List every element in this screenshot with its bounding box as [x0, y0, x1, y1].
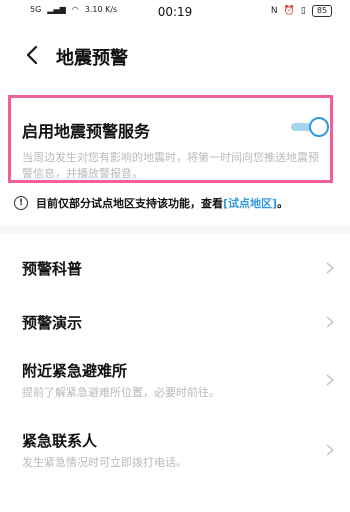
chevron-right-icon [326, 316, 335, 328]
menu-item-shelter[interactable]: 附近紧急避难所 提前了解紧急避难所位置，必要时前往。 [0, 358, 350, 404]
toggle-knob [309, 117, 329, 137]
battery-indicator: 85 [311, 5, 332, 17]
page-header: 地震预警 [0, 38, 350, 74]
menu-item-label: 预警演示 [22, 314, 83, 332]
menu-item-emergency-contact[interactable]: 紧急联系人 发生紧急情况时可立即拨打电话。 [0, 428, 350, 474]
pilot-notice: ! 目前仅部分试点地区支持该功能，查看 [试点地区] 。 [14, 193, 288, 213]
info-icon: ! [14, 196, 28, 210]
page-title: 地震预警 [56, 48, 128, 69]
nfc-icon: N [270, 6, 278, 16]
vibrate-icon: ▯ [300, 6, 306, 16]
chevron-right-icon [326, 262, 335, 274]
service-toggle[interactable] [291, 117, 329, 137]
pilot-areas-link[interactable]: [试点地区] [223, 195, 277, 211]
menu-item-subtitle: 提前了解紧急避难所位置，必要时前往。 [22, 386, 220, 399]
menu-item-subtitle: 发生紧急情况时可立即拨打电话。 [22, 456, 187, 469]
status-right: N ⏰ ▯ 85 [271, 5, 332, 17]
service-description: 当周边发生对您有影响的地震时，将第一时间向您推送地震预警信息，并播放警报音。 [22, 151, 319, 180]
section-divider [0, 226, 350, 234]
status-bar: 5G ▂▄▆ ◠ 3.10 K/s 00:19 N ⏰ ▯ 85 [0, 0, 350, 22]
service-toggle-label: 启用地震预警服务 [22, 122, 151, 141]
menu-item-label: 预警科普 [22, 260, 83, 278]
menu-item-label: 紧急联系人 [22, 432, 98, 450]
menu-item-science[interactable]: 预警科普 [0, 252, 350, 288]
back-arrow-icon [26, 45, 38, 65]
back-button[interactable] [20, 42, 46, 68]
alarm-icon: ⏰ [283, 6, 295, 16]
menu-item-demo[interactable]: 预警演示 [0, 306, 350, 342]
notice-text: 目前仅部分试点地区支持该功能，查看 [36, 197, 223, 210]
notice-end: 。 [277, 197, 289, 210]
chevron-right-icon [326, 374, 335, 386]
chevron-right-icon [326, 444, 335, 456]
menu-item-label: 附近紧急避难所 [22, 362, 128, 380]
